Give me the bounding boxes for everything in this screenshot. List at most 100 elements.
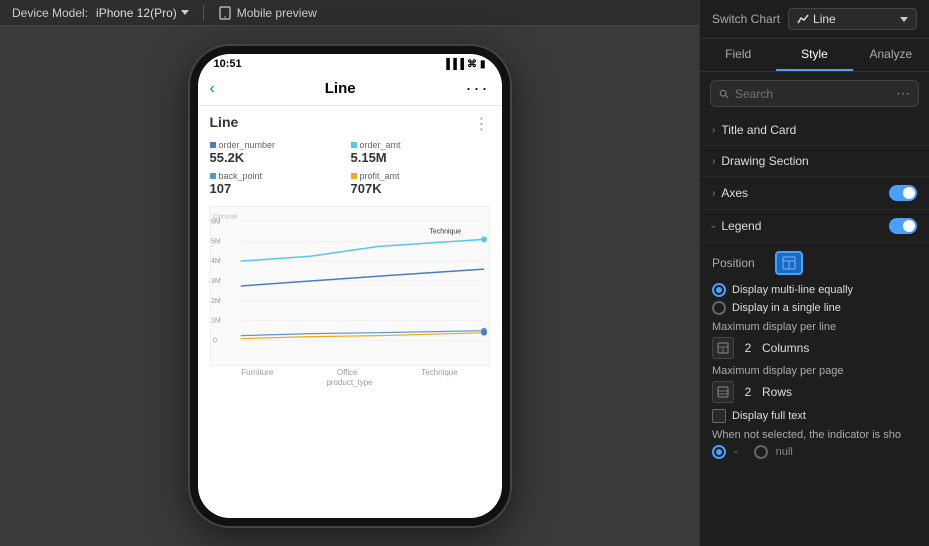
profit-amt-label: profit_amt: [360, 171, 400, 181]
section-title-and-card[interactable]: › Title and Card: [700, 115, 929, 146]
section-axes-label: Axes: [721, 186, 889, 200]
section-drawing-label: Drawing Section: [721, 154, 917, 168]
null-radio-dash-circle[interactable]: [712, 445, 726, 459]
divider: [203, 5, 204, 21]
top-bar: Device Model: iPhone 12(Pro) Mobile prev…: [0, 0, 699, 26]
x-axis-title: product_type: [210, 378, 490, 387]
phone-back-button[interactable]: ‹: [210, 80, 215, 98]
when-not-selected-label: When not selected, the indicator is sho: [712, 429, 917, 441]
section-axes[interactable]: › Axes: [700, 177, 929, 210]
order-amt-label: order_amt: [360, 140, 401, 150]
device-model-button[interactable]: iPhone 12(Pro): [96, 6, 189, 20]
max-per-line-suffix: Columns: [762, 341, 809, 355]
metric-order-number: order_number 55.2K: [210, 138, 349, 167]
radio-single-line[interactable]: Display in a single line: [712, 301, 917, 315]
stepper-rows-icon: [717, 386, 729, 398]
mobile-preview-button[interactable]: Mobile preview: [218, 6, 317, 20]
chevron-right-icon: ›: [712, 125, 715, 136]
chart-type-chevron: [900, 17, 908, 22]
svg-text:5M: 5M: [211, 238, 221, 245]
chart-options-icon[interactable]: ⋮: [474, 114, 490, 134]
mobile-preview-label: Mobile preview: [237, 6, 317, 20]
profit-amt-dot: [351, 173, 357, 179]
chevron-right-icon-3: ›: [712, 188, 715, 199]
section-title-and-card-label: Title and Card: [721, 123, 917, 137]
max-per-line-label: Maximum display per line: [712, 321, 917, 333]
search-input[interactable]: [735, 87, 890, 101]
section-legend[interactable]: › Legend: [700, 210, 929, 243]
phone-nav-bar: ‹ Line ···: [198, 72, 502, 106]
phone-mockup: 10:51 ▐▐▐ ⌘ ▮ ‹ Line ··· Line: [190, 46, 510, 526]
chart-type-label: Line: [813, 12, 836, 26]
phone-chart-title: Line: [325, 80, 356, 97]
position-icon-button[interactable]: [775, 251, 803, 275]
legend-section: Position Display multi-line equally Disp…: [700, 243, 929, 467]
null-radio-null-label: null: [776, 446, 793, 458]
order-amt-value: 5.15M: [351, 150, 490, 165]
wifi-icon: ⌘: [467, 59, 477, 70]
display-full-text-row[interactable]: Display full text: [712, 409, 917, 423]
phone-status-bar: 10:51 ▐▐▐ ⌘ ▮: [198, 54, 502, 72]
mobile-icon: [218, 6, 232, 20]
svg-text:Technique: Technique: [429, 228, 461, 235]
display-full-text-checkbox[interactable]: [712, 409, 726, 423]
stepper-icon-lines: [712, 337, 734, 359]
device-model-value: iPhone 12(Pro): [96, 6, 177, 20]
order-number-value: 55.2K: [210, 150, 349, 165]
search-more-button[interactable]: ⋯: [896, 85, 910, 102]
metric-back-point: back_point 107: [210, 169, 349, 198]
position-layout-icon: [782, 256, 796, 270]
stepper-list-icon: [717, 342, 729, 354]
position-row: Position: [712, 251, 917, 275]
order-number-dot: [210, 142, 216, 148]
x-label-furniture: Furniture: [241, 368, 273, 377]
position-label: Position: [712, 256, 767, 270]
right-panel: Switch Chart Line Field Style Analyze ⋯ …: [699, 0, 929, 546]
search-bar: ⋯: [710, 80, 919, 107]
tabs-row: Field Style Analyze: [700, 39, 929, 72]
svg-text:Calculate: Calculate: [212, 214, 237, 220]
back-point-dot: [210, 173, 216, 179]
stepper-icon-pages: [712, 381, 734, 403]
tab-analyze[interactable]: Analyze: [853, 39, 929, 71]
order-number-label: order_number: [219, 140, 276, 150]
null-radio-null-circle[interactable]: [754, 445, 768, 459]
tab-style[interactable]: Style: [776, 39, 852, 71]
section-legend-label: Legend: [721, 219, 889, 233]
metrics-grid: order_number 55.2K order_amt 5.15M: [210, 138, 490, 198]
chart-area: 6M 5M 4M 3M 2M 1M 0 Calculate Technique: [210, 206, 490, 366]
max-per-page-suffix: Rows: [762, 385, 792, 399]
max-per-page-stepper: 2 Rows: [712, 381, 917, 403]
section-drawing-section[interactable]: › Drawing Section: [700, 146, 929, 177]
svg-text:2M: 2M: [211, 298, 221, 305]
chart-type-button[interactable]: Line: [788, 8, 917, 30]
radio-single-line-circle[interactable]: [712, 301, 726, 315]
null-radio-dash-label: -: [734, 446, 738, 458]
chevron-right-icon-2: ›: [712, 156, 715, 167]
phone-screen: 10:51 ▐▐▐ ⌘ ▮ ‹ Line ··· Line: [198, 54, 502, 518]
radio-single-line-label: Display in a single line: [732, 302, 841, 314]
metric-order-amt: order_amt 5.15M: [351, 138, 490, 167]
legend-toggle[interactable]: [889, 218, 917, 234]
phone-time: 10:51: [214, 58, 242, 70]
radio-multi-line-circle[interactable]: [712, 283, 726, 297]
signal-icon: ▐▐▐: [443, 59, 464, 70]
svg-text:3M: 3M: [211, 278, 221, 285]
battery-icon: ▮: [480, 59, 486, 70]
order-amt-dot: [351, 142, 357, 148]
status-icons: ▐▐▐ ⌘ ▮: [443, 59, 486, 70]
x-label-technique: Technique: [421, 368, 457, 377]
axes-toggle[interactable]: [889, 185, 917, 201]
switch-chart-bar: Switch Chart Line: [700, 0, 929, 39]
null-radio-row: - null: [712, 445, 917, 459]
back-point-value: 107: [210, 181, 349, 196]
radio-multi-line[interactable]: Display multi-line equally: [712, 283, 917, 297]
preview-content: 10:51 ▐▐▐ ⌘ ▮ ‹ Line ··· Line: [0, 26, 699, 546]
line-chart-svg: 6M 5M 4M 3M 2M 1M 0 Calculate Technique: [211, 207, 489, 365]
search-icon: [719, 88, 729, 100]
tab-field[interactable]: Field: [700, 39, 776, 71]
phone-more-button[interactable]: ···: [466, 78, 490, 99]
svg-text:0: 0: [212, 338, 216, 345]
line-chart-icon: [797, 13, 809, 25]
svg-text:1M: 1M: [211, 318, 221, 325]
